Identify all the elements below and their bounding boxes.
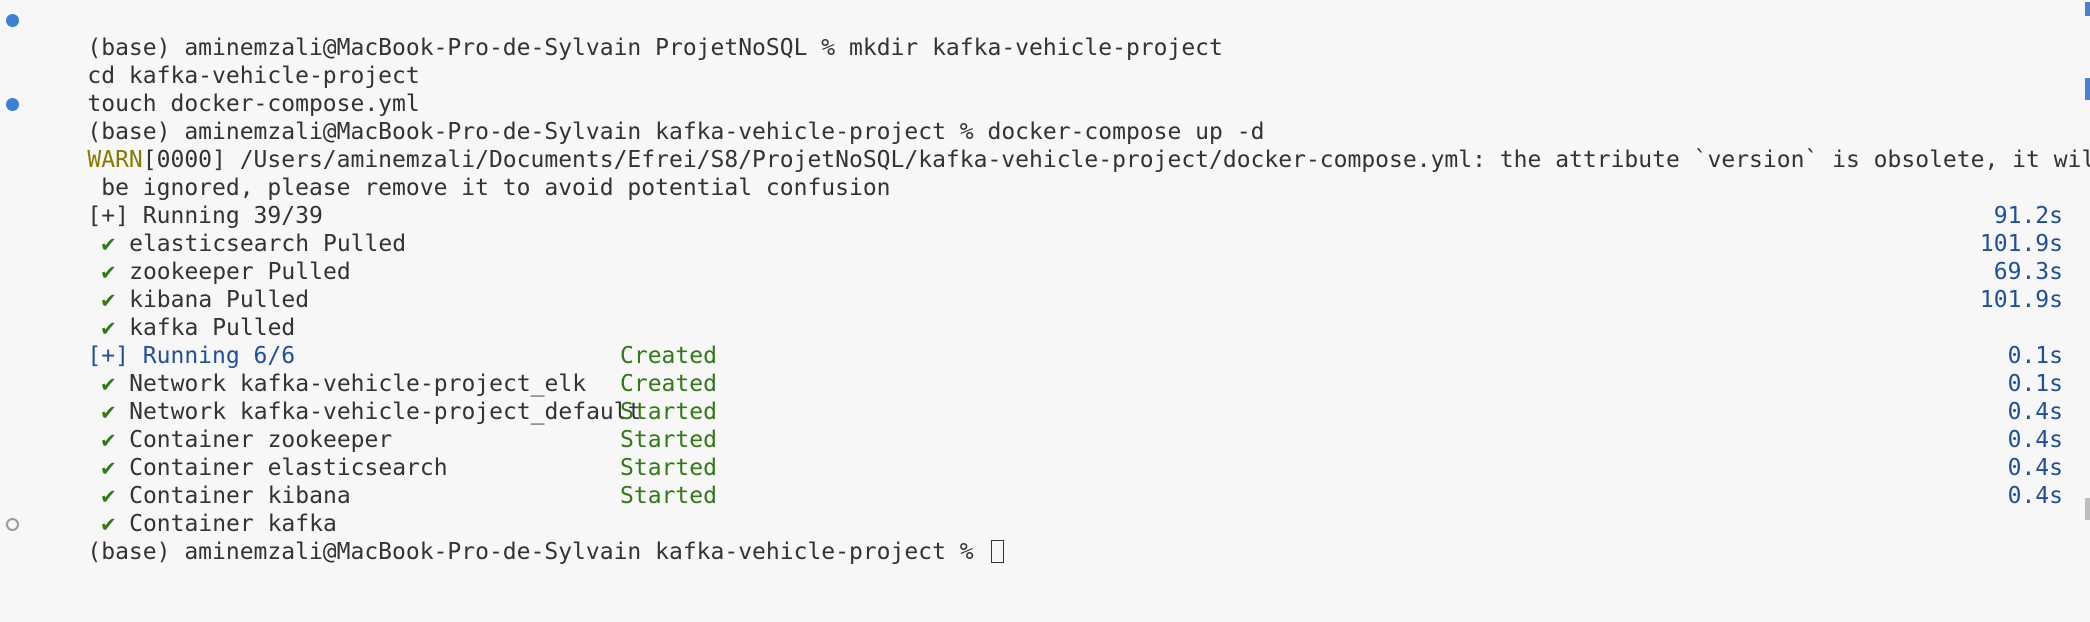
- resource-row: ✔ Network kafka-vehicle-project_default …: [0, 370, 2090, 425]
- scroll-marker[interactable]: [2085, 78, 2090, 100]
- duration: 91.2s: [1993, 203, 2063, 229]
- duration: 69.3s: [1993, 259, 2063, 285]
- text-cursor: [991, 540, 1005, 563]
- duration: 101.9s: [1979, 231, 2063, 257]
- resource-status: Started: [620, 483, 717, 509]
- duration: 101.9s: [1979, 287, 2063, 313]
- pull-row: ✔ kibana Pulled 69.3s: [0, 258, 2090, 313]
- pull-row: ✔ elasticsearch Pulled 91.2s: [0, 202, 2090, 257]
- resource-status: Created: [620, 371, 717, 397]
- terminal-output[interactable]: (base) aminemzali@MacBook-Pro-de-Sylvain…: [0, 6, 2090, 565]
- active-prompt-line[interactable]: (base) aminemzali@MacBook-Pro-de-Sylvain…: [0, 510, 2090, 565]
- resource-row: ✔ Network kafka-vehicle-project_elk Crea…: [0, 342, 2090, 397]
- duration: 0.4s: [2007, 455, 2063, 481]
- command-line: (base) aminemzali@MacBook-Pro-de-Sylvain…: [0, 90, 2090, 145]
- prompt-text: (base) aminemzali@MacBook-Pro-de-Sylvain…: [87, 539, 988, 565]
- resource-row: ✔ Container zookeeper Started 0.4s: [0, 398, 2090, 453]
- scroll-marker[interactable]: [2085, 2, 2090, 16]
- running-header: [+] Running 6/6: [0, 314, 2090, 369]
- resource-status: Started: [620, 455, 717, 481]
- duration: 0.1s: [2007, 343, 2063, 369]
- warning-line-continued: be ignored, please remove it to avoid po…: [0, 146, 2090, 201]
- warning-line: WARN[0000] /Users/aminemzali/Documents/E…: [0, 118, 2090, 173]
- resource-status: Created: [620, 343, 717, 369]
- resource-row: ✔ Container kafka Started 0.4s: [0, 482, 2090, 537]
- command-success-marker[interactable]: [6, 98, 19, 111]
- resource-status: Started: [620, 427, 717, 453]
- duration: 0.4s: [2007, 399, 2063, 425]
- command-line: (base) aminemzali@MacBook-Pro-de-Sylvain…: [0, 6, 2090, 61]
- running-header: [+] Running 39/39: [0, 174, 2090, 229]
- resource-row: ✔ Container elasticsearch Started 0.4s: [0, 426, 2090, 481]
- duration: 0.4s: [2007, 427, 2063, 453]
- command-success-marker[interactable]: [6, 14, 19, 27]
- resource-row: ✔ Container kibana Started 0.4s: [0, 454, 2090, 509]
- duration: 0.1s: [2007, 371, 2063, 397]
- scroll-marker[interactable]: [2085, 498, 2090, 520]
- output-line: cd kafka-vehicle-project: [0, 34, 2090, 89]
- pull-row: ✔ zookeeper Pulled 101.9s: [0, 230, 2090, 285]
- resource-status: Started: [620, 399, 717, 425]
- output-line: touch docker-compose.yml: [0, 62, 2090, 117]
- pull-row: ✔ kafka Pulled 101.9s: [0, 286, 2090, 341]
- pending-command-marker: [6, 518, 19, 531]
- duration: 0.4s: [2007, 483, 2063, 509]
